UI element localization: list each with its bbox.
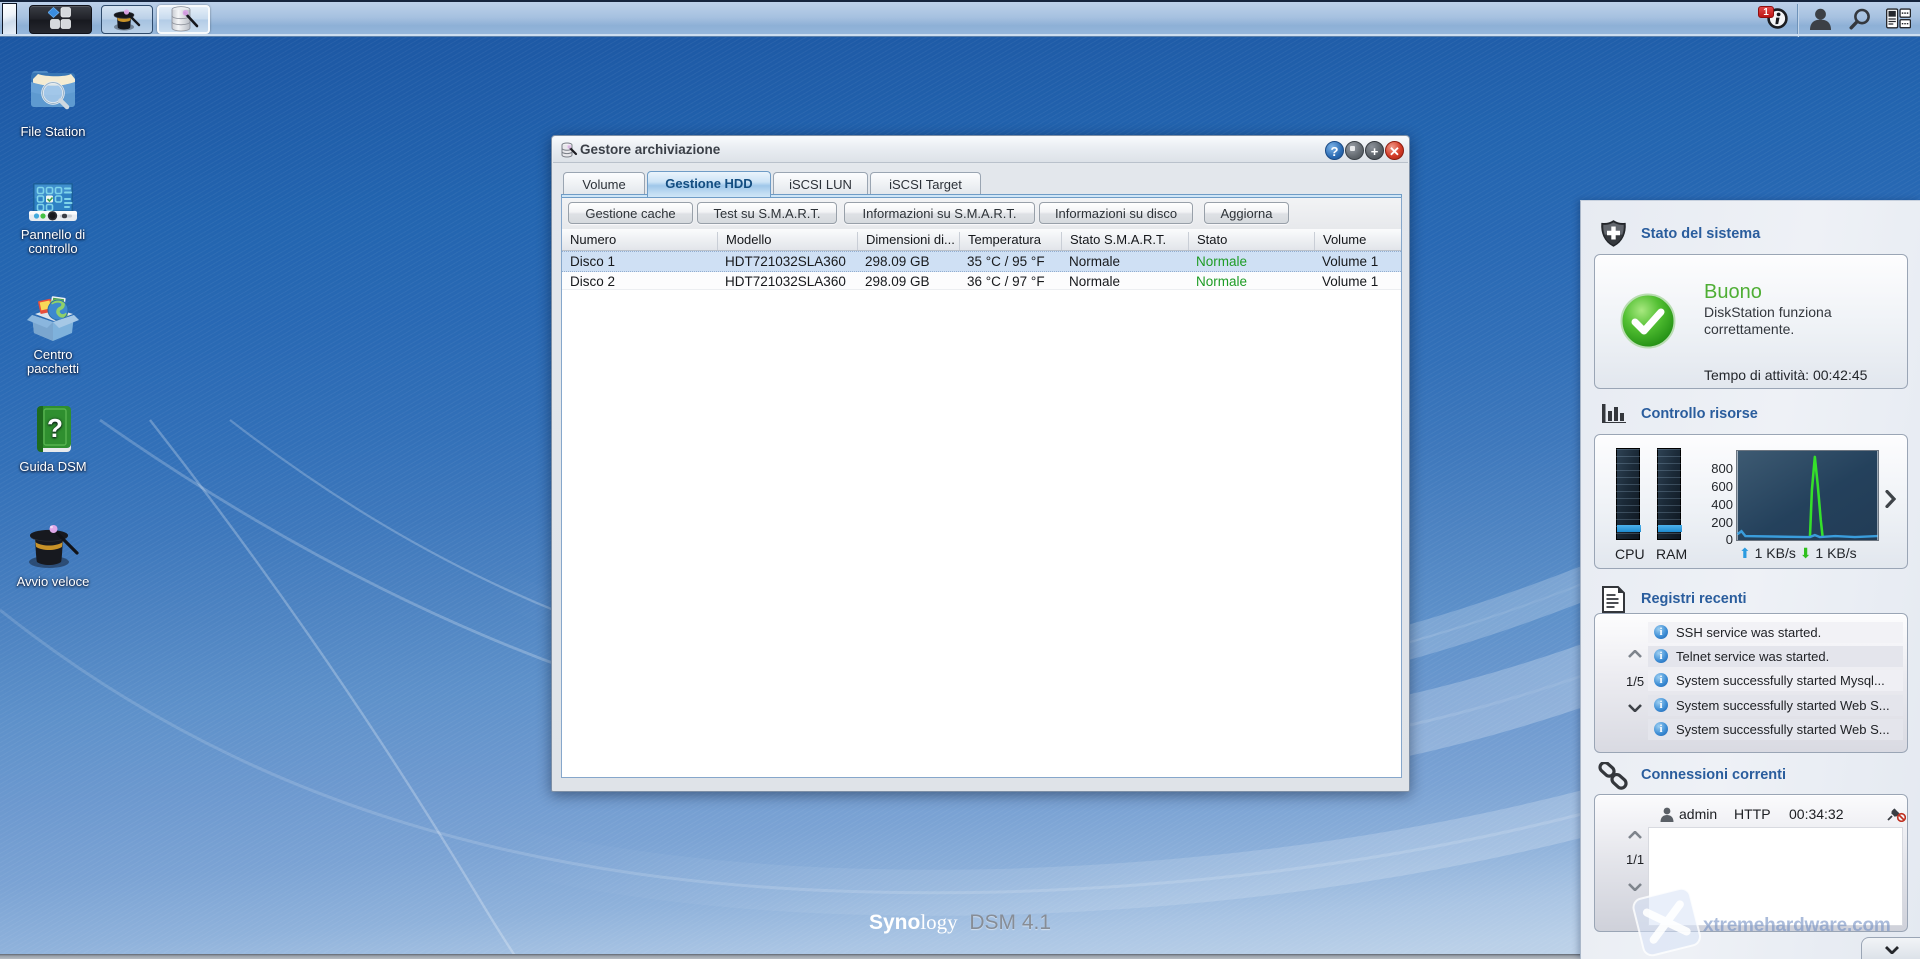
svg-text:?: ?: [47, 413, 63, 443]
